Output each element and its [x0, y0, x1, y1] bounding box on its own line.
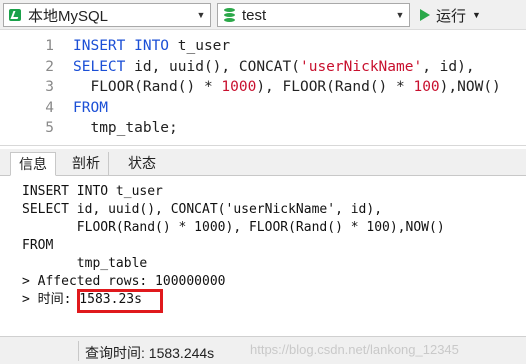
toolbar: 本地MySQL ▼ test ▼ 运行 ▼: [0, 0, 526, 30]
code-token: INSERT INTO: [73, 38, 178, 54]
status-bar: 查询时间: 1583.244s https://blog.csdn.net/la…: [0, 336, 526, 364]
code-token: , id),: [422, 58, 475, 75]
play-icon: [420, 9, 430, 21]
line-number: 5: [45, 120, 54, 136]
code-token: id, uuid(), CONCAT(: [134, 58, 300, 75]
connection-icon: [4, 9, 26, 21]
database-icon: [218, 8, 240, 22]
tab-profile[interactable]: 剖析: [64, 152, 109, 176]
watermark: https://blog.csdn.net/lankong_12345: [250, 342, 459, 357]
code-token: FROM: [73, 99, 108, 116]
output-line: INSERT INTO t_user: [22, 184, 163, 199]
tab-info[interactable]: 信息: [10, 152, 56, 176]
database-select-value: test: [242, 6, 267, 24]
code-text: tmp_table;: [73, 118, 178, 138]
chevron-down-icon[interactable]: ▼: [391, 10, 409, 20]
database-select[interactable]: test ▼: [217, 3, 410, 27]
code-token: t_user: [177, 38, 231, 54]
code-token: ),NOW(): [439, 79, 501, 95]
result-tabs: 信息 剖析 状态: [0, 149, 526, 176]
code-text: FROM: [73, 98, 108, 118]
code-text: INSERT INTO t_user: [73, 36, 230, 56]
sql-editor[interactable]: 1 INSERT INTO t_user 2 SELECT id, uuid(), C…: [0, 31, 526, 146]
highlight-box: [77, 289, 163, 313]
line-number: 1: [45, 38, 54, 54]
code-token: tmp_table;: [73, 120, 178, 136]
tab-status[interactable]: 状态: [120, 152, 164, 176]
run-dropdown-icon[interactable]: ▼: [472, 10, 481, 20]
chevron-down-icon[interactable]: ▼: [192, 10, 210, 20]
line-number: 3: [45, 79, 54, 95]
code-text: FLOOR(Rand() * 1000), FLOOR(Rand() * 100…: [73, 77, 501, 97]
connection-select-value: 本地MySQL: [28, 7, 109, 25]
run-button-label: 运行: [436, 7, 467, 25]
code-token: 1000: [221, 79, 257, 95]
code-token: 'userNickName': [299, 58, 423, 75]
output-line: SELECT id, uuid(), CONCAT('userNickName'…: [22, 202, 383, 217]
code-token: 100: [413, 79, 440, 95]
output-line: tmp_table: [22, 256, 148, 271]
code-token: SELECT: [73, 58, 135, 75]
output-line: FROM: [22, 238, 54, 253]
code-token: FLOOR(Rand() *: [73, 79, 222, 95]
query-time: 查询时间: 1583.244s: [85, 345, 215, 361]
line-number: 2: [45, 58, 54, 75]
run-button[interactable]: 运行 ▼: [420, 3, 481, 27]
message-output: INSERT INTO t_user SELECT id, uuid(), CO…: [0, 177, 526, 335]
line-number: 4: [45, 99, 54, 116]
status-divider: [78, 341, 79, 361]
code-token: ), FLOOR(Rand() *: [256, 79, 414, 95]
code-text: SELECT id, uuid(), CONCAT('userNickName'…: [73, 57, 475, 77]
connection-select[interactable]: 本地MySQL ▼: [3, 3, 211, 27]
output-line: FLOOR(Rand() * 1000), FLOOR(Rand() * 100…: [22, 220, 445, 235]
